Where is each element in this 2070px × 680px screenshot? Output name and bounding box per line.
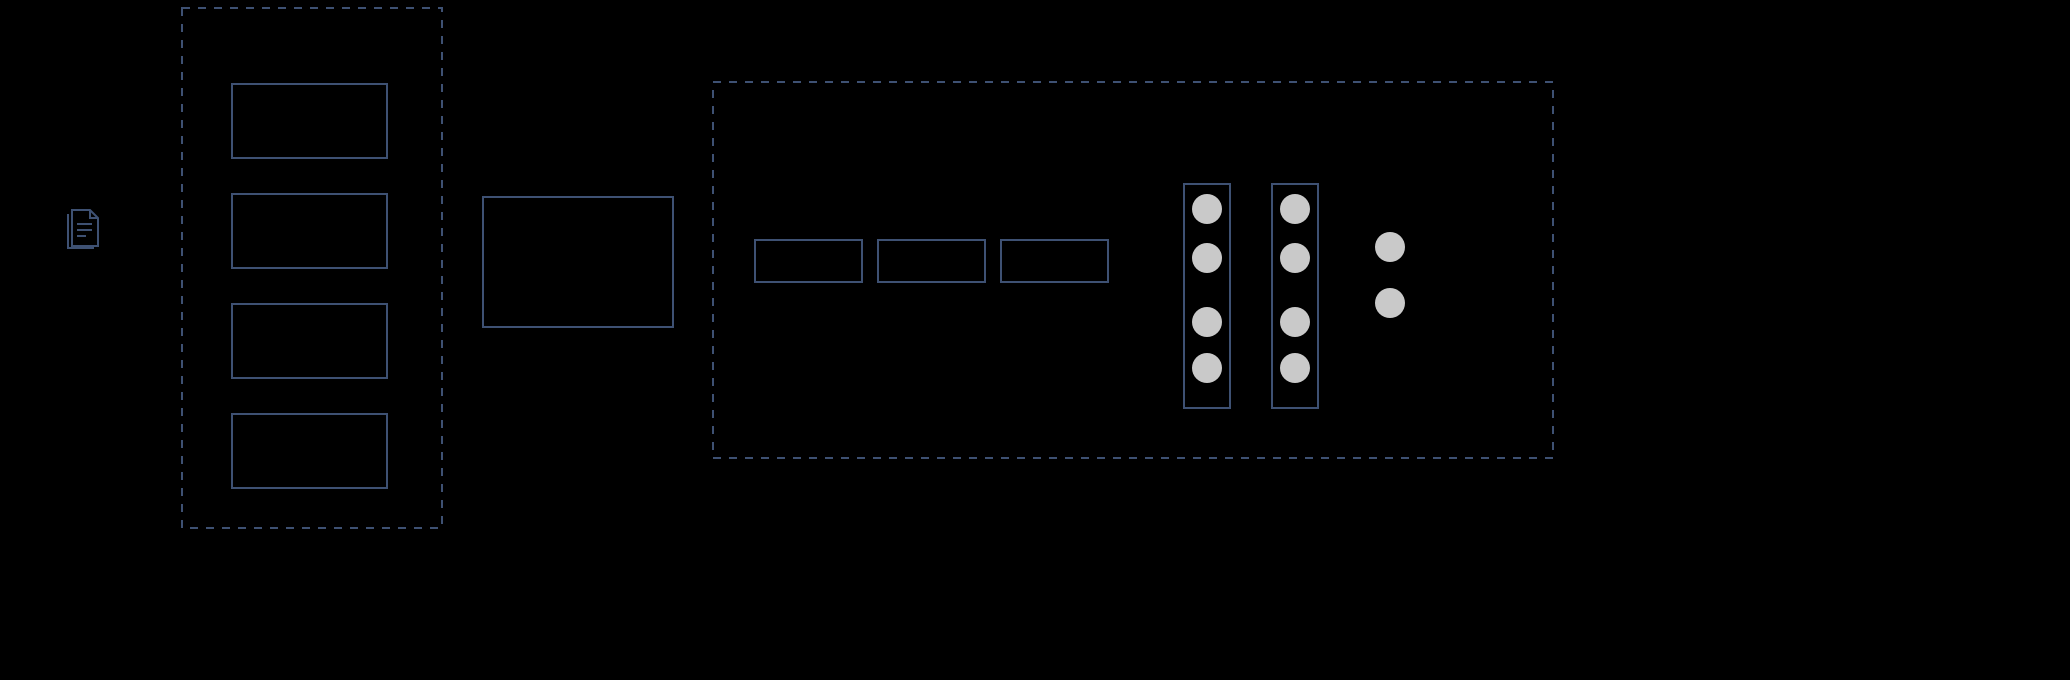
output-node-0 — [1375, 232, 1405, 262]
layer-0-node-1 — [1192, 243, 1222, 273]
feature-item-0 — [232, 84, 387, 158]
layer-1-node-3 — [1280, 353, 1310, 383]
token-boxes — [755, 240, 1108, 282]
document-icon — [68, 210, 98, 248]
nn-layers — [1184, 184, 1318, 408]
feature-items — [232, 84, 387, 488]
layer-1-node-1 — [1280, 243, 1310, 273]
layer-1-node-2 — [1280, 307, 1310, 337]
model-group-box — [713, 82, 1553, 458]
output-node-1 — [1375, 288, 1405, 318]
layer-1-node-0 — [1280, 194, 1310, 224]
token-1 — [878, 240, 985, 282]
feature-item-1 — [232, 194, 387, 268]
aggregator-box — [483, 197, 673, 327]
feature-item-2 — [232, 304, 387, 378]
layer-0-node-3 — [1192, 353, 1222, 383]
output-nodes — [1375, 232, 1405, 318]
token-0 — [755, 240, 862, 282]
layer-0-node-0 — [1192, 194, 1222, 224]
token-2 — [1001, 240, 1108, 282]
feature-item-3 — [232, 414, 387, 488]
layer-0-node-2 — [1192, 307, 1222, 337]
